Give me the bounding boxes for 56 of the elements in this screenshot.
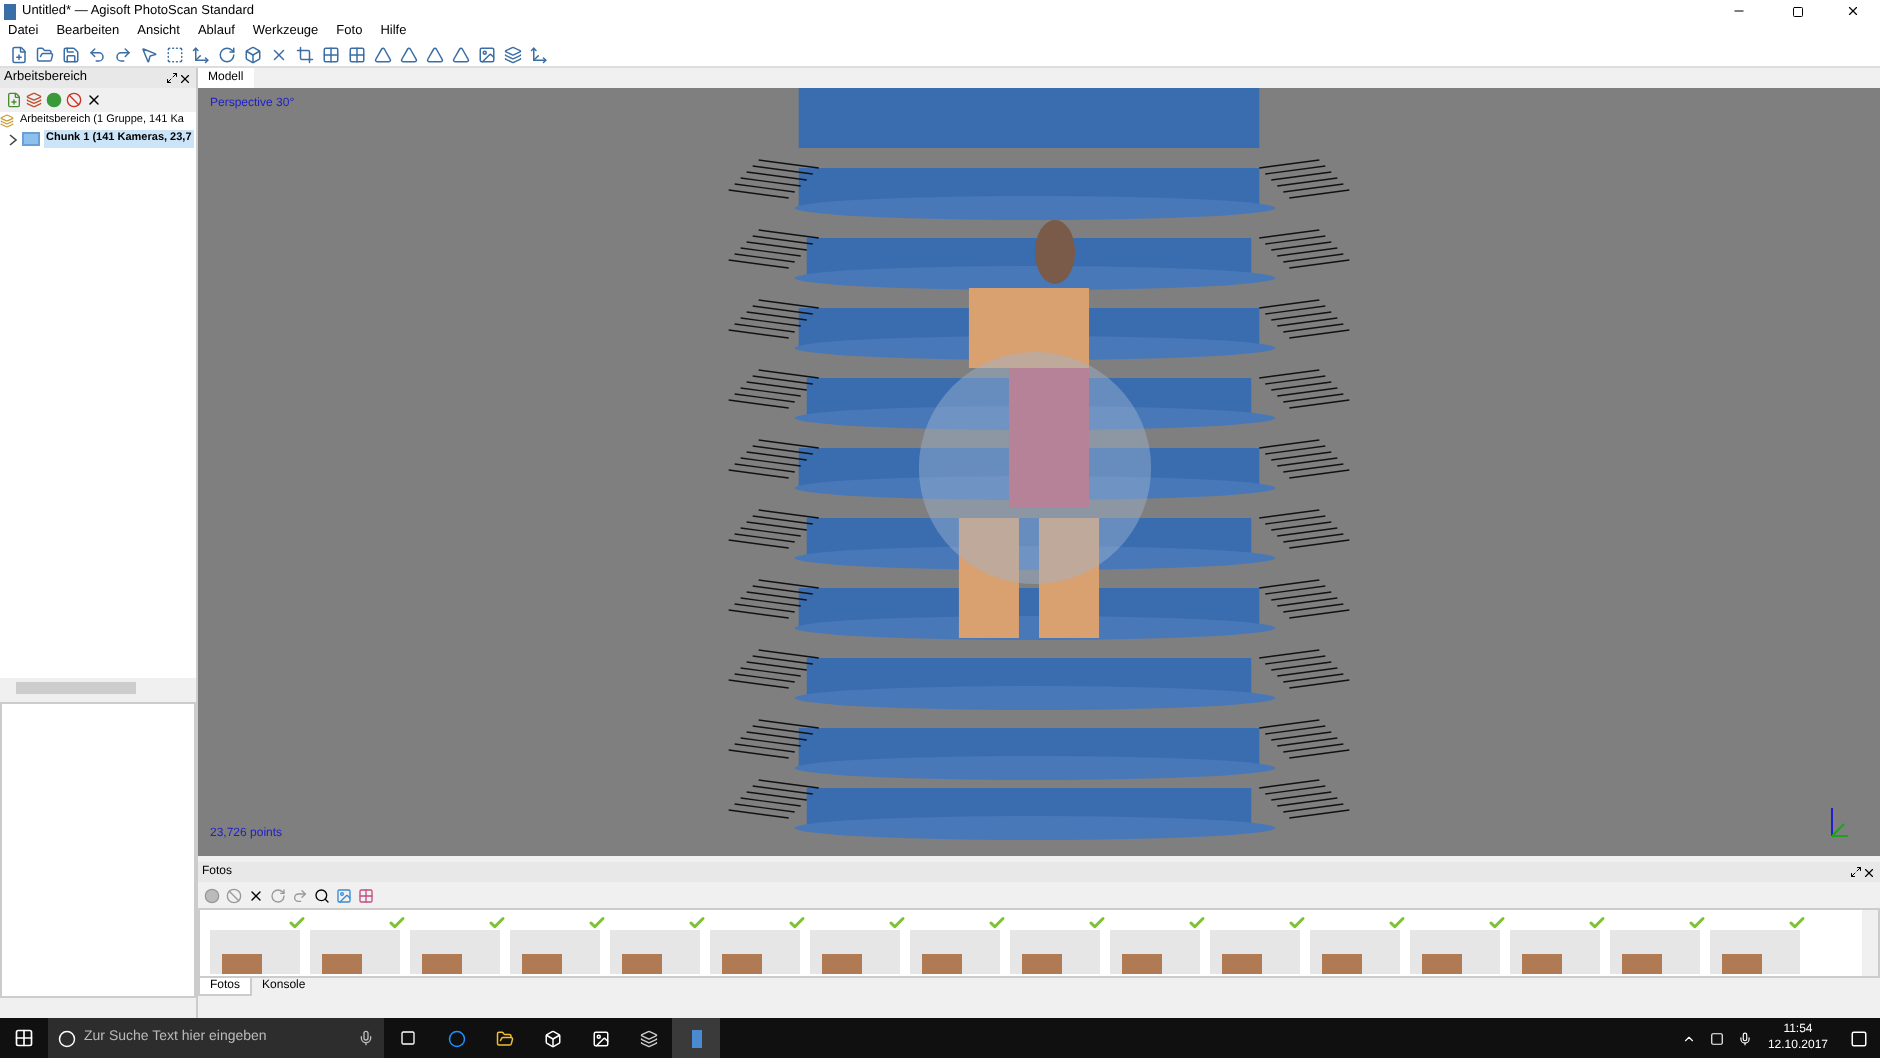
move-icon[interactable]	[188, 42, 212, 66]
photo-placeholder[interactable]	[1010, 930, 1100, 974]
vertical-scrollbar[interactable]	[1862, 910, 1878, 976]
crop-icon[interactable]	[292, 42, 316, 66]
remove-icon[interactable]	[86, 92, 102, 108]
triangle-icon[interactable]	[422, 42, 446, 66]
workspace-icon	[0, 114, 14, 128]
photo-placeholder[interactable]	[1710, 930, 1800, 974]
photo-placeholder[interactable]	[1210, 930, 1300, 974]
minimize-icon[interactable]	[1732, 4, 1746, 18]
close-icon[interactable]	[178, 71, 192, 85]
enable-icon[interactable]	[46, 92, 62, 108]
triangle-icon[interactable]	[448, 42, 472, 66]
search-icon	[58, 1029, 76, 1047]
add-chunk-icon[interactable]	[6, 92, 22, 108]
photo-placeholder[interactable]	[210, 930, 300, 974]
close-icon[interactable]	[1846, 4, 1860, 18]
grid-icon[interactable]	[318, 42, 342, 66]
image-icon[interactable]	[474, 42, 498, 66]
triangle-icon[interactable]	[370, 42, 394, 66]
remove-icon[interactable]	[248, 887, 264, 903]
photo-placeholder[interactable]	[410, 930, 500, 974]
photo-placeholder[interactable]	[1310, 930, 1400, 974]
app-icon	[4, 3, 16, 19]
redo-icon[interactable]	[110, 42, 134, 66]
close-icon[interactable]	[1862, 865, 1876, 879]
chunk-icon	[22, 132, 40, 146]
rotate-icon[interactable]	[214, 42, 238, 66]
open-folder-icon[interactable]	[32, 42, 56, 66]
photo-placeholder[interactable]	[510, 930, 600, 974]
pointer-icon[interactable]	[136, 42, 160, 66]
photo-placeholder[interactable]	[1510, 930, 1600, 974]
triangle-icon[interactable]	[396, 42, 420, 66]
microphone-icon[interactable]	[358, 1030, 374, 1046]
rectangle-select-icon[interactable]	[162, 42, 186, 66]
view-mode-icon[interactable]	[358, 887, 374, 903]
add-group-icon[interactable]	[26, 92, 42, 108]
move-icon[interactable]	[526, 42, 550, 66]
search-icon[interactable]	[314, 887, 330, 903]
photo-placeholder[interactable]	[910, 930, 1000, 974]
disable-icon[interactable]	[66, 92, 82, 108]
cube-icon[interactable]	[240, 42, 264, 66]
photo-placeholder[interactable]	[610, 930, 700, 974]
layers-icon[interactable]	[500, 42, 524, 66]
grid-icon[interactable]	[344, 42, 368, 66]
image-icon[interactable]	[336, 887, 352, 903]
photo-placeholder[interactable]	[810, 930, 900, 974]
photo-placeholder[interactable]	[310, 930, 400, 974]
save-icon[interactable]	[58, 42, 82, 66]
maximize-icon[interactable]	[1792, 5, 1804, 17]
undo-icon[interactable]	[84, 42, 108, 66]
photo-placeholder[interactable]	[1610, 930, 1700, 974]
photo-placeholder[interactable]	[710, 930, 800, 974]
photo-placeholder[interactable]	[1110, 930, 1200, 974]
new-file-icon[interactable]	[6, 42, 30, 66]
photo-placeholder[interactable]	[1410, 930, 1500, 974]
